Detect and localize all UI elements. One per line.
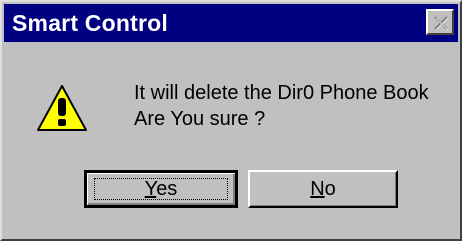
confirm-dialog: Smart Control It will delete the Dir0 Ph…: [0, 0, 462, 241]
message-line-1: It will delete the Dir0 Phone Book: [134, 82, 429, 104]
yes-button-label: Yes: [145, 178, 178, 201]
no-button-label: No: [310, 178, 336, 201]
close-button[interactable]: [426, 9, 454, 35]
yes-label-rest: es: [156, 177, 178, 200]
no-button[interactable]: No: [248, 170, 398, 208]
warning-icon: [37, 85, 87, 131]
no-label-rest: o: [324, 177, 336, 200]
message-line-2: Are You sure ?: [134, 108, 266, 130]
no-accel-key: N: [310, 177, 325, 200]
window-title: Smart Control: [12, 10, 168, 36]
title-bar[interactable]: Smart Control: [4, 4, 458, 42]
message-text: It will delete the Dir0 Phone Book Are Y…: [134, 80, 429, 132]
close-icon: [434, 16, 449, 31]
yes-button[interactable]: Yes: [84, 170, 238, 208]
yes-accel-key: Y: [144, 177, 157, 200]
